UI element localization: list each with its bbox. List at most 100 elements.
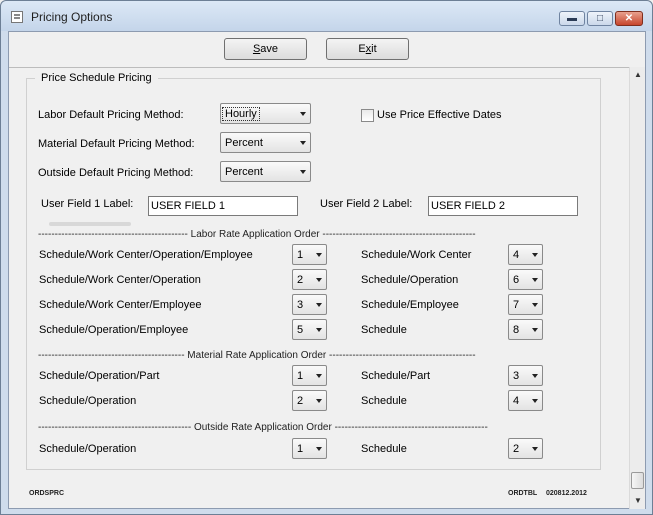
pricing-options-window: Pricing Options ▬ □ ✕ Save Exit Price Sc… bbox=[0, 0, 653, 515]
outside-left-select-1[interactable]: 1 bbox=[292, 438, 327, 459]
labor-left-label-3: Schedule/Work Center/Employee bbox=[39, 299, 202, 311]
labor-left-value-4: 5 bbox=[297, 324, 304, 336]
labor-right-value-2: 6 bbox=[513, 274, 520, 286]
chevron-down-icon bbox=[532, 253, 538, 257]
table-code: ORDTBL bbox=[508, 490, 538, 497]
labor-right-label-2: Schedule/Operation bbox=[361, 274, 459, 286]
maximize-button[interactable]: □ bbox=[587, 11, 613, 26]
decorative-bar bbox=[49, 222, 131, 226]
labor-left-select-1[interactable]: 1 bbox=[292, 244, 327, 265]
user-field-2-label: User Field 2 Label: bbox=[320, 198, 413, 210]
chevron-down-icon bbox=[532, 328, 538, 332]
material-pricing-label: Material Default Pricing Method: bbox=[38, 138, 195, 150]
chevron-down-icon bbox=[532, 278, 538, 282]
window-title: Pricing Options bbox=[31, 10, 113, 24]
labor-right-select-3[interactable]: 7 bbox=[508, 294, 543, 315]
labor-right-select-1[interactable]: 4 bbox=[508, 244, 543, 265]
exit-label-pre: E bbox=[358, 43, 366, 55]
chevron-down-icon bbox=[300, 112, 306, 116]
outside-right-value-1: 2 bbox=[513, 443, 520, 455]
close-icon: ✕ bbox=[624, 13, 634, 24]
user-field-1-label: User Field 1 Label: bbox=[41, 198, 134, 210]
labor-right-value-3: 7 bbox=[513, 299, 520, 311]
save-button[interactable]: Save bbox=[224, 38, 307, 60]
scroll-up-icon[interactable]: ▲ bbox=[630, 67, 646, 83]
labor-left-value-3: 3 bbox=[297, 299, 304, 311]
exit-button[interactable]: Exit bbox=[326, 38, 409, 60]
version-code: 020812.2012 bbox=[546, 490, 587, 497]
labor-right-label-1: Schedule/Work Center bbox=[361, 249, 472, 261]
labor-left-select-3[interactable]: 3 bbox=[292, 294, 327, 315]
labor-left-label-2: Schedule/Work Center/Operation bbox=[39, 274, 201, 286]
material-right-label-2: Schedule bbox=[361, 395, 407, 407]
material-pricing-select[interactable]: Percent bbox=[220, 132, 311, 153]
chevron-down-icon bbox=[532, 303, 538, 307]
vertical-scrollbar[interactable]: ▲ ▼ bbox=[629, 67, 645, 509]
material-right-value-1: 3 bbox=[513, 370, 520, 382]
labor-left-label-1: Schedule/Work Center/Operation/Employee bbox=[39, 249, 253, 261]
outside-pricing-select[interactable]: Percent bbox=[220, 161, 311, 182]
labor-right-label-3: Schedule/Employee bbox=[361, 299, 459, 311]
chevron-down-icon bbox=[316, 253, 322, 257]
labor-order-heading: ----------------------------------------… bbox=[38, 229, 476, 240]
chevron-down-icon bbox=[532, 447, 538, 451]
minimize-icon: ▬ bbox=[567, 13, 577, 24]
labor-left-select-4[interactable]: 5 bbox=[292, 319, 327, 340]
material-order-heading: ----------------------------------------… bbox=[38, 350, 476, 361]
scroll-down-icon[interactable]: ▼ bbox=[630, 493, 646, 509]
content-divider bbox=[9, 67, 630, 68]
labor-pricing-label: Labor Default Pricing Method: bbox=[38, 109, 184, 121]
chevron-down-icon bbox=[300, 170, 306, 174]
material-right-value-2: 4 bbox=[513, 395, 520, 407]
labor-left-value-2: 2 bbox=[297, 274, 304, 286]
labor-left-value-1: 1 bbox=[297, 249, 304, 261]
chevron-down-icon bbox=[316, 374, 322, 378]
outside-right-label-1: Schedule bbox=[361, 443, 407, 455]
labor-left-select-2[interactable]: 2 bbox=[292, 269, 327, 290]
user-field-1-input[interactable]: USER FIELD 1 bbox=[148, 196, 298, 216]
form-code: ORDSPRC bbox=[29, 490, 65, 497]
labor-pricing-select[interactable]: Hourly bbox=[220, 103, 311, 124]
outside-pricing-value: Percent bbox=[225, 166, 263, 178]
material-left-select-1[interactable]: 1 bbox=[292, 365, 327, 386]
chevron-down-icon bbox=[532, 399, 538, 403]
labor-right-label-4: Schedule bbox=[361, 324, 407, 336]
outside-left-value-1: 1 bbox=[297, 443, 304, 455]
chevron-down-icon bbox=[316, 399, 322, 403]
user-field-2-input[interactable]: USER FIELD 2 bbox=[428, 196, 578, 216]
effective-dates-label: Use Price Effective Dates bbox=[377, 109, 502, 121]
client-area: Save Exit Price Schedule Pricing Labor D… bbox=[8, 31, 646, 509]
effective-dates-checkbox[interactable] bbox=[361, 109, 374, 122]
chevron-down-icon bbox=[316, 447, 322, 451]
material-left-value-1: 1 bbox=[297, 370, 304, 382]
labor-right-select-2[interactable]: 6 bbox=[508, 269, 543, 290]
material-left-value-2: 2 bbox=[297, 395, 304, 407]
labor-right-select-4[interactable]: 8 bbox=[508, 319, 543, 340]
chevron-down-icon bbox=[300, 141, 306, 145]
material-right-select-2[interactable]: 4 bbox=[508, 390, 543, 411]
chevron-down-icon bbox=[316, 278, 322, 282]
labor-left-label-4: Schedule/Operation/Employee bbox=[39, 324, 189, 336]
group-legend: Price Schedule Pricing bbox=[35, 72, 158, 84]
outside-pricing-label: Outside Default Pricing Method: bbox=[38, 167, 194, 179]
save-label-rest: ave bbox=[260, 43, 279, 55]
material-right-select-1[interactable]: 3 bbox=[508, 365, 543, 386]
outside-left-label-1: Schedule/Operation bbox=[39, 443, 137, 455]
chevron-down-icon bbox=[532, 374, 538, 378]
material-left-label-1: Schedule/Operation/Part bbox=[39, 370, 160, 382]
labor-pricing-value: Hourly bbox=[222, 107, 260, 121]
maximize-icon: □ bbox=[596, 13, 604, 24]
outside-right-select-1[interactable]: 2 bbox=[508, 438, 543, 459]
chevron-down-icon bbox=[316, 328, 322, 332]
labor-right-value-1: 4 bbox=[513, 249, 520, 261]
material-right-label-1: Schedule/Part bbox=[361, 370, 431, 382]
title-bar[interactable]: Pricing Options ▬ □ ✕ bbox=[1, 1, 652, 31]
material-left-select-2[interactable]: 2 bbox=[292, 390, 327, 411]
exit-label-rest: it bbox=[371, 43, 377, 55]
window-app-icon bbox=[11, 11, 23, 23]
minimize-button[interactable]: ▬ bbox=[559, 11, 585, 26]
scroll-thumb[interactable] bbox=[631, 472, 644, 489]
close-button[interactable]: ✕ bbox=[615, 11, 643, 26]
chevron-down-icon bbox=[316, 303, 322, 307]
labor-right-value-4: 8 bbox=[513, 324, 520, 336]
